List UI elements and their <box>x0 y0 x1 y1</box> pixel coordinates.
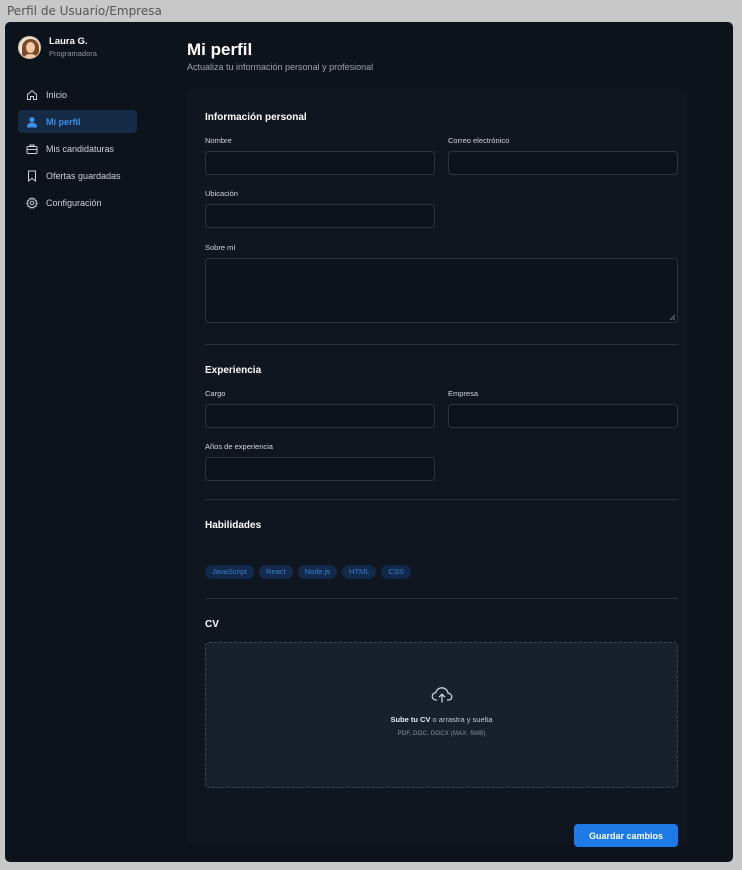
skills-list: JavaScript React Node.js HTML CSS <box>205 565 416 579</box>
gear-icon <box>26 196 38 209</box>
window-title: Perfil de Usuario/Empresa <box>7 4 162 18</box>
location-field[interactable] <box>205 204 435 228</box>
skill-chip[interactable]: CSS <box>381 565 411 579</box>
section-title-personal: Información personal <box>205 112 307 123</box>
profile-form-card: Información personal Nombre Correo elect… <box>187 88 687 847</box>
page-title: Mi perfil <box>187 40 253 59</box>
section-title-experience: Experiencia <box>205 365 262 376</box>
main-content: Mi perfil Actualiza tu información perso… <box>187 22 687 862</box>
company-label: Empresa <box>448 389 479 398</box>
sidebar-item-label: Mis candidaturas <box>46 143 115 154</box>
home-icon <box>26 89 38 101</box>
sidebar-item-inicio[interactable]: Inicio <box>18 83 137 106</box>
upload-hint: o arrastra y suelta <box>430 715 493 724</box>
role-label: Cargo <box>205 389 226 398</box>
upload-instructions: Sube tu CV o arrastra y suelta <box>206 715 677 724</box>
user-role: Programadora <box>49 49 97 58</box>
skill-chip[interactable]: React <box>259 565 293 579</box>
resize-grip-icon[interactable] <box>669 314 675 320</box>
sidebar-item-label: Ofertas guardadas <box>46 170 121 181</box>
sidebar-item-configuracion[interactable]: Configuración <box>18 191 137 214</box>
role-field[interactable] <box>205 404 435 428</box>
upload-link[interactable]: Sube tu CV <box>390 715 430 724</box>
cloud-upload-icon <box>431 687 453 703</box>
sidebar-item-mis-candidaturas[interactable]: Mis candidaturas <box>18 137 137 160</box>
cv-dropzone[interactable]: Sube tu CV o arrastra y suelta PDF, DOC,… <box>205 642 678 788</box>
user-profile: Laura G. Programadora <box>18 36 97 59</box>
sidebar-nav: Inicio Mi perfil Mis candidaturas Oferta… <box>18 83 137 218</box>
location-label: Ubicación <box>205 189 238 198</box>
app-window: Laura G. Programadora Inicio Mi perfil M… <box>5 22 733 862</box>
years-label: Años de experiencia <box>205 442 273 451</box>
user-icon <box>26 116 38 128</box>
about-label: Sobre mí <box>205 243 236 252</box>
email-label: Correo electrónico <box>448 136 510 145</box>
sidebar-item-label: Inicio <box>46 89 68 100</box>
email-field[interactable] <box>448 151 678 175</box>
skill-chip[interactable]: Node.js <box>297 565 338 579</box>
section-divider <box>205 598 678 599</box>
skill-chip[interactable]: HTML <box>342 565 377 579</box>
sidebar: Laura G. Programadora Inicio Mi perfil M… <box>5 22 150 862</box>
skill-chip[interactable]: JavaScript <box>205 565 255 579</box>
sidebar-item-label: Mi perfil <box>46 116 81 127</box>
save-button[interactable]: Guardar cambios <box>574 824 678 847</box>
name-field[interactable] <box>205 151 435 175</box>
company-field[interactable] <box>448 404 678 428</box>
bookmark-icon <box>26 170 38 182</box>
name-label: Nombre <box>205 136 232 145</box>
section-title-skills: Habilidades <box>205 520 262 531</box>
page-subtitle: Actualiza tu información personal y prof… <box>187 62 374 72</box>
avatar <box>18 36 41 59</box>
sidebar-item-mi-perfil[interactable]: Mi perfil <box>18 110 137 133</box>
user-name: Laura G. <box>49 36 88 47</box>
sidebar-item-ofertas-guardadas[interactable]: Ofertas guardadas <box>18 164 137 187</box>
section-title-cv: CV <box>205 619 219 630</box>
section-divider <box>205 499 678 500</box>
upload-formats: PDF, DOC, DOCX (MAX. 5MB) <box>397 731 486 737</box>
briefcase-icon <box>26 143 38 155</box>
section-divider <box>205 344 678 345</box>
sidebar-item-label: Configuración <box>46 197 102 208</box>
years-field[interactable] <box>205 457 435 481</box>
about-textarea[interactable] <box>205 258 678 323</box>
